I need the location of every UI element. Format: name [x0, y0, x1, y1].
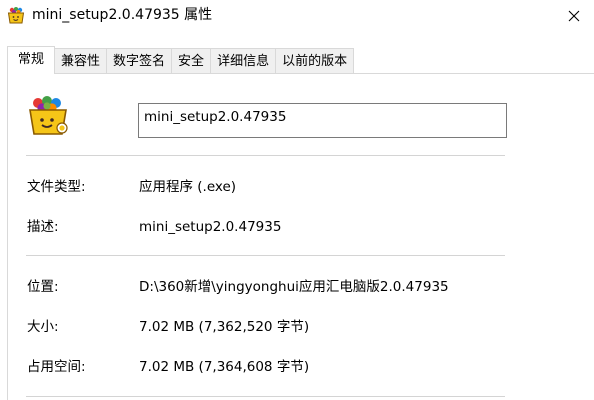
app-basket-icon [7, 7, 25, 24]
divider [26, 155, 505, 156]
file-type-label: 文件类型: [27, 179, 86, 195]
tab-strip: 常规 兼容性 数字签名 安全 详细信息 以前的版本 [7, 46, 355, 74]
properties-window: mini_setup2.0.47935 属性 常规 兼容性 数字签名 安全 详细… [0, 0, 594, 400]
size-on-disk-value: 7.02 MB (7,364,608 字节) [139, 359, 310, 375]
tab-security[interactable]: 安全 [171, 48, 212, 73]
window-title: mini_setup2.0.47935 属性 [32, 7, 213, 23]
title-bar[interactable]: mini_setup2.0.47935 属性 [0, 0, 594, 32]
divider [26, 396, 505, 397]
description-label: 描述: [27, 219, 59, 235]
tab-compatibility[interactable]: 兼容性 [54, 48, 108, 73]
file-type-value: 应用程序 (.exe) [139, 179, 237, 195]
app-basket-icon [29, 96, 68, 135]
size-on-disk-label: 占用空间: [27, 359, 86, 375]
size-value: 7.02 MB (7,362,520 字节) [139, 319, 310, 335]
description-value: mini_setup2.0.47935 [139, 219, 282, 235]
tab-digital-signatures[interactable]: 数字签名 [106, 48, 173, 73]
divider [26, 255, 505, 256]
size-label: 大小: [27, 319, 59, 335]
tab-general[interactable]: 常规 [7, 46, 56, 74]
close-button[interactable] [554, 0, 594, 32]
location-label: 位置: [27, 279, 59, 295]
tab-details[interactable]: 详细信息 [210, 48, 277, 73]
location-value: D:\360新增\yingyonghui应用汇电脑版2.0.47935 [139, 279, 449, 295]
close-icon [568, 10, 580, 22]
file-name-input[interactable] [138, 103, 507, 138]
tab-previous-versions[interactable]: 以前的版本 [275, 48, 355, 73]
